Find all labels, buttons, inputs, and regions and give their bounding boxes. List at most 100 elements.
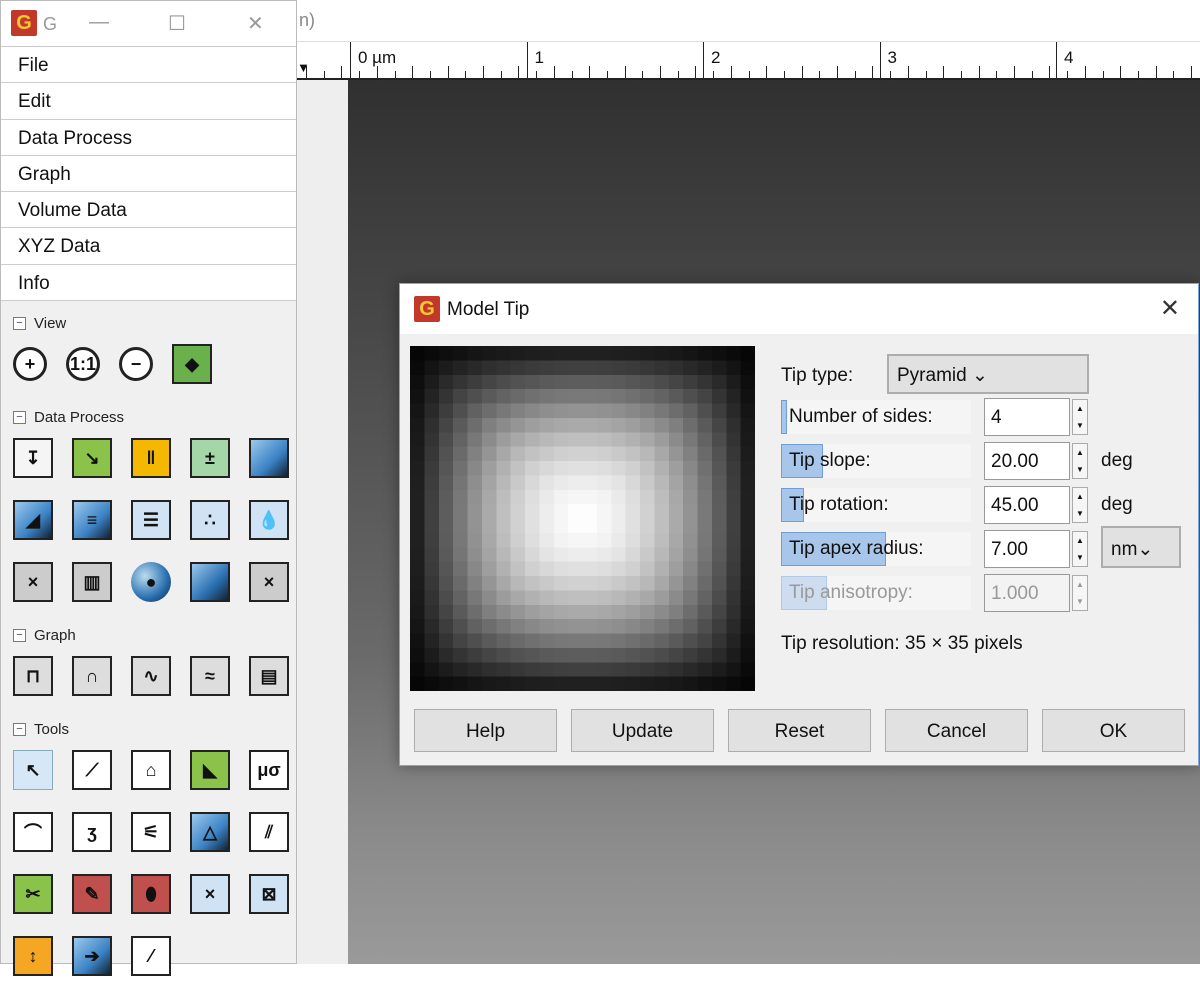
color-range-icon[interactable]: ↕ [13,936,53,977]
arithmetic-icon[interactable]: ± [190,438,230,479]
spin-up-icon[interactable]: ▲ [1073,400,1087,417]
menu-edit[interactable]: Edit [1,83,296,120]
ruler-tick [943,66,945,78]
grains-icon[interactable]: ∴ [190,500,230,541]
remove-grains-icon[interactable]: × [13,562,53,603]
spin-up-icon[interactable]: ▲ [1073,532,1087,549]
ruler-tick [606,71,608,78]
collapse-icon[interactable]: − [13,316,26,330]
graph-cut-icon[interactable]: ⊓ [13,656,53,697]
align-rows-icon[interactable]: ☰ [131,500,171,541]
slope-tool-icon[interactable]: ◣ [190,750,230,791]
tip-anisotropy-spinner[interactable]: ▲ ▼ [1072,575,1088,611]
section-data-process[interactable]: − Data Process [1,401,296,427]
tip-anisotropy-input[interactable]: 1.000 [984,574,1070,612]
crop-tool-icon[interactable]: ✂ [13,874,53,915]
tip-anisotropy-label[interactable]: Tip anisotropy: [781,576,971,610]
section-graph[interactable]: − Graph [1,619,296,645]
ruler-tick [341,66,343,78]
help-button[interactable]: Help [414,709,557,752]
cancel-button[interactable]: Cancel [885,709,1028,752]
correct-affine-icon[interactable]: ⁄ [131,936,171,977]
spin-down-icon[interactable]: ▼ [1073,593,1087,610]
read-value-icon[interactable]: ➔ [72,936,112,977]
maximize-button[interactable]: ☐ [168,11,186,36]
tip-slope-spinner[interactable]: ▲ ▼ [1072,443,1088,479]
3d-view-icon[interactable]: ◆ [172,344,212,385]
graph-export-icon[interactable]: ▤ [249,656,289,697]
spin-up-icon[interactable]: ▲ [1073,576,1087,593]
tip-apex-radius-spinner[interactable]: ▲ ▼ [1072,531,1088,567]
distance-tool-icon[interactable]: ⟋ [72,750,112,791]
mask-editor-icon[interactable]: △ [190,812,230,853]
update-button[interactable]: Update [571,709,714,752]
selection-manager-icon[interactable]: ⊠ [249,874,289,915]
tip-rotation-spinner[interactable]: ▲ ▼ [1072,487,1088,523]
ruler-tick [854,71,856,78]
collapse-icon[interactable]: − [13,410,26,424]
menu-file[interactable]: File [1,47,296,84]
grain-measure-icon[interactable]: ⬮ [131,874,171,915]
spin-up-icon[interactable]: ▲ [1073,444,1087,461]
collapse-icon[interactable]: − [13,722,26,736]
reset-button[interactable]: Reset [728,709,871,752]
menu-info[interactable]: Info [1,264,296,302]
ruler-tick [1102,71,1104,78]
menu-volume-data[interactable]: Volume Data [1,192,296,229]
number-of-sides-adjust-bar[interactable] [781,400,787,434]
facet-level-icon[interactable]: ◢ [13,500,53,541]
fix-zero-icon[interactable]: ↧ [13,438,53,479]
zoom-out-icon[interactable]: − [119,347,153,382]
roughness-tool-icon[interactable]: ⌒ [13,812,53,853]
graph-critical-icon[interactable]: ∿ [131,656,171,697]
spin-down-icon[interactable]: ▼ [1073,461,1087,478]
scale-icon[interactable]: ‖ [131,438,171,479]
tip-rotation-input[interactable]: 45.00 [984,486,1070,524]
grain-distribution-icon[interactable]: ▥ [72,562,112,603]
section-tools[interactable]: − Tools [1,713,296,739]
watershed-icon[interactable]: 💧 [249,500,289,541]
graph-level-icon[interactable]: ≈ [190,656,230,697]
menu-data-process[interactable]: Data Process [1,119,296,156]
graph-fit-icon[interactable]: ∩ [72,656,112,697]
ok-button[interactable]: OK [1042,709,1185,752]
spin-down-icon[interactable]: ▼ [1073,549,1087,566]
line-correction-icon[interactable]: ≡ [72,500,112,541]
tip-slope-label[interactable]: Tip slope: [781,444,971,478]
number-of-sides-input[interactable]: 4 [984,398,1070,436]
tip-slope-input[interactable]: 20.00 [984,442,1070,480]
zoom-in-icon[interactable]: + [13,347,47,382]
tip-apex-radius-input[interactable]: 7.00 [984,530,1070,568]
line-stats-icon[interactable]: ⫽ [249,812,289,853]
dialog-close-button[interactable]: ✕ [1160,294,1180,323]
number-of-sides-spinner[interactable]: ▲ ▼ [1072,399,1088,435]
spin-down-icon[interactable]: ▼ [1073,505,1087,522]
spin-down-icon[interactable]: ▼ [1073,417,1087,434]
section-view[interactable]: − View [1,307,296,333]
collapse-icon[interactable]: − [13,628,26,642]
spectro-tool-icon[interactable]: ⚟ [131,812,171,853]
ruler-tick [642,71,644,78]
tip-type-dropdown[interactable]: Pyramid ⌄ [887,354,1089,394]
tip-apex-radius-unit-dropdown[interactable]: nm⌄ [1101,526,1181,568]
spot-remove-icon[interactable]: × [190,874,230,915]
spin-up-icon[interactable]: ▲ [1073,488,1087,505]
minimize-button[interactable]: — [89,11,109,34]
zoom-1-1-icon[interactable]: 1:1 [66,347,100,382]
tip-rotation-label[interactable]: Tip rotation: [781,488,971,522]
shade-icon[interactable] [190,562,230,603]
curve-tool-icon[interactable]: ʒ [72,812,112,853]
sphere-icon[interactable]: ● [131,562,171,603]
crop-icon[interactable]: ↘ [72,438,112,479]
number-of-sides-label[interactable]: Number of sides: [781,400,971,434]
close-button[interactable]: ✕ [247,11,264,36]
statistics-tool-icon[interactable]: μσ [249,750,289,791]
profile-tool-icon[interactable]: ⌂ [131,750,171,791]
menu-graph[interactable]: Graph [1,155,296,193]
mask-paint-icon[interactable]: ✎ [72,874,112,915]
menu-xyz-data[interactable]: XYZ Data [1,228,296,265]
tip-apex-radius-label[interactable]: Tip apex radius: [781,532,971,566]
remove-spots-icon[interactable]: × [249,562,289,603]
gradient-icon[interactable] [249,438,289,479]
pointer-tool-icon[interactable]: ↖ [13,750,53,791]
